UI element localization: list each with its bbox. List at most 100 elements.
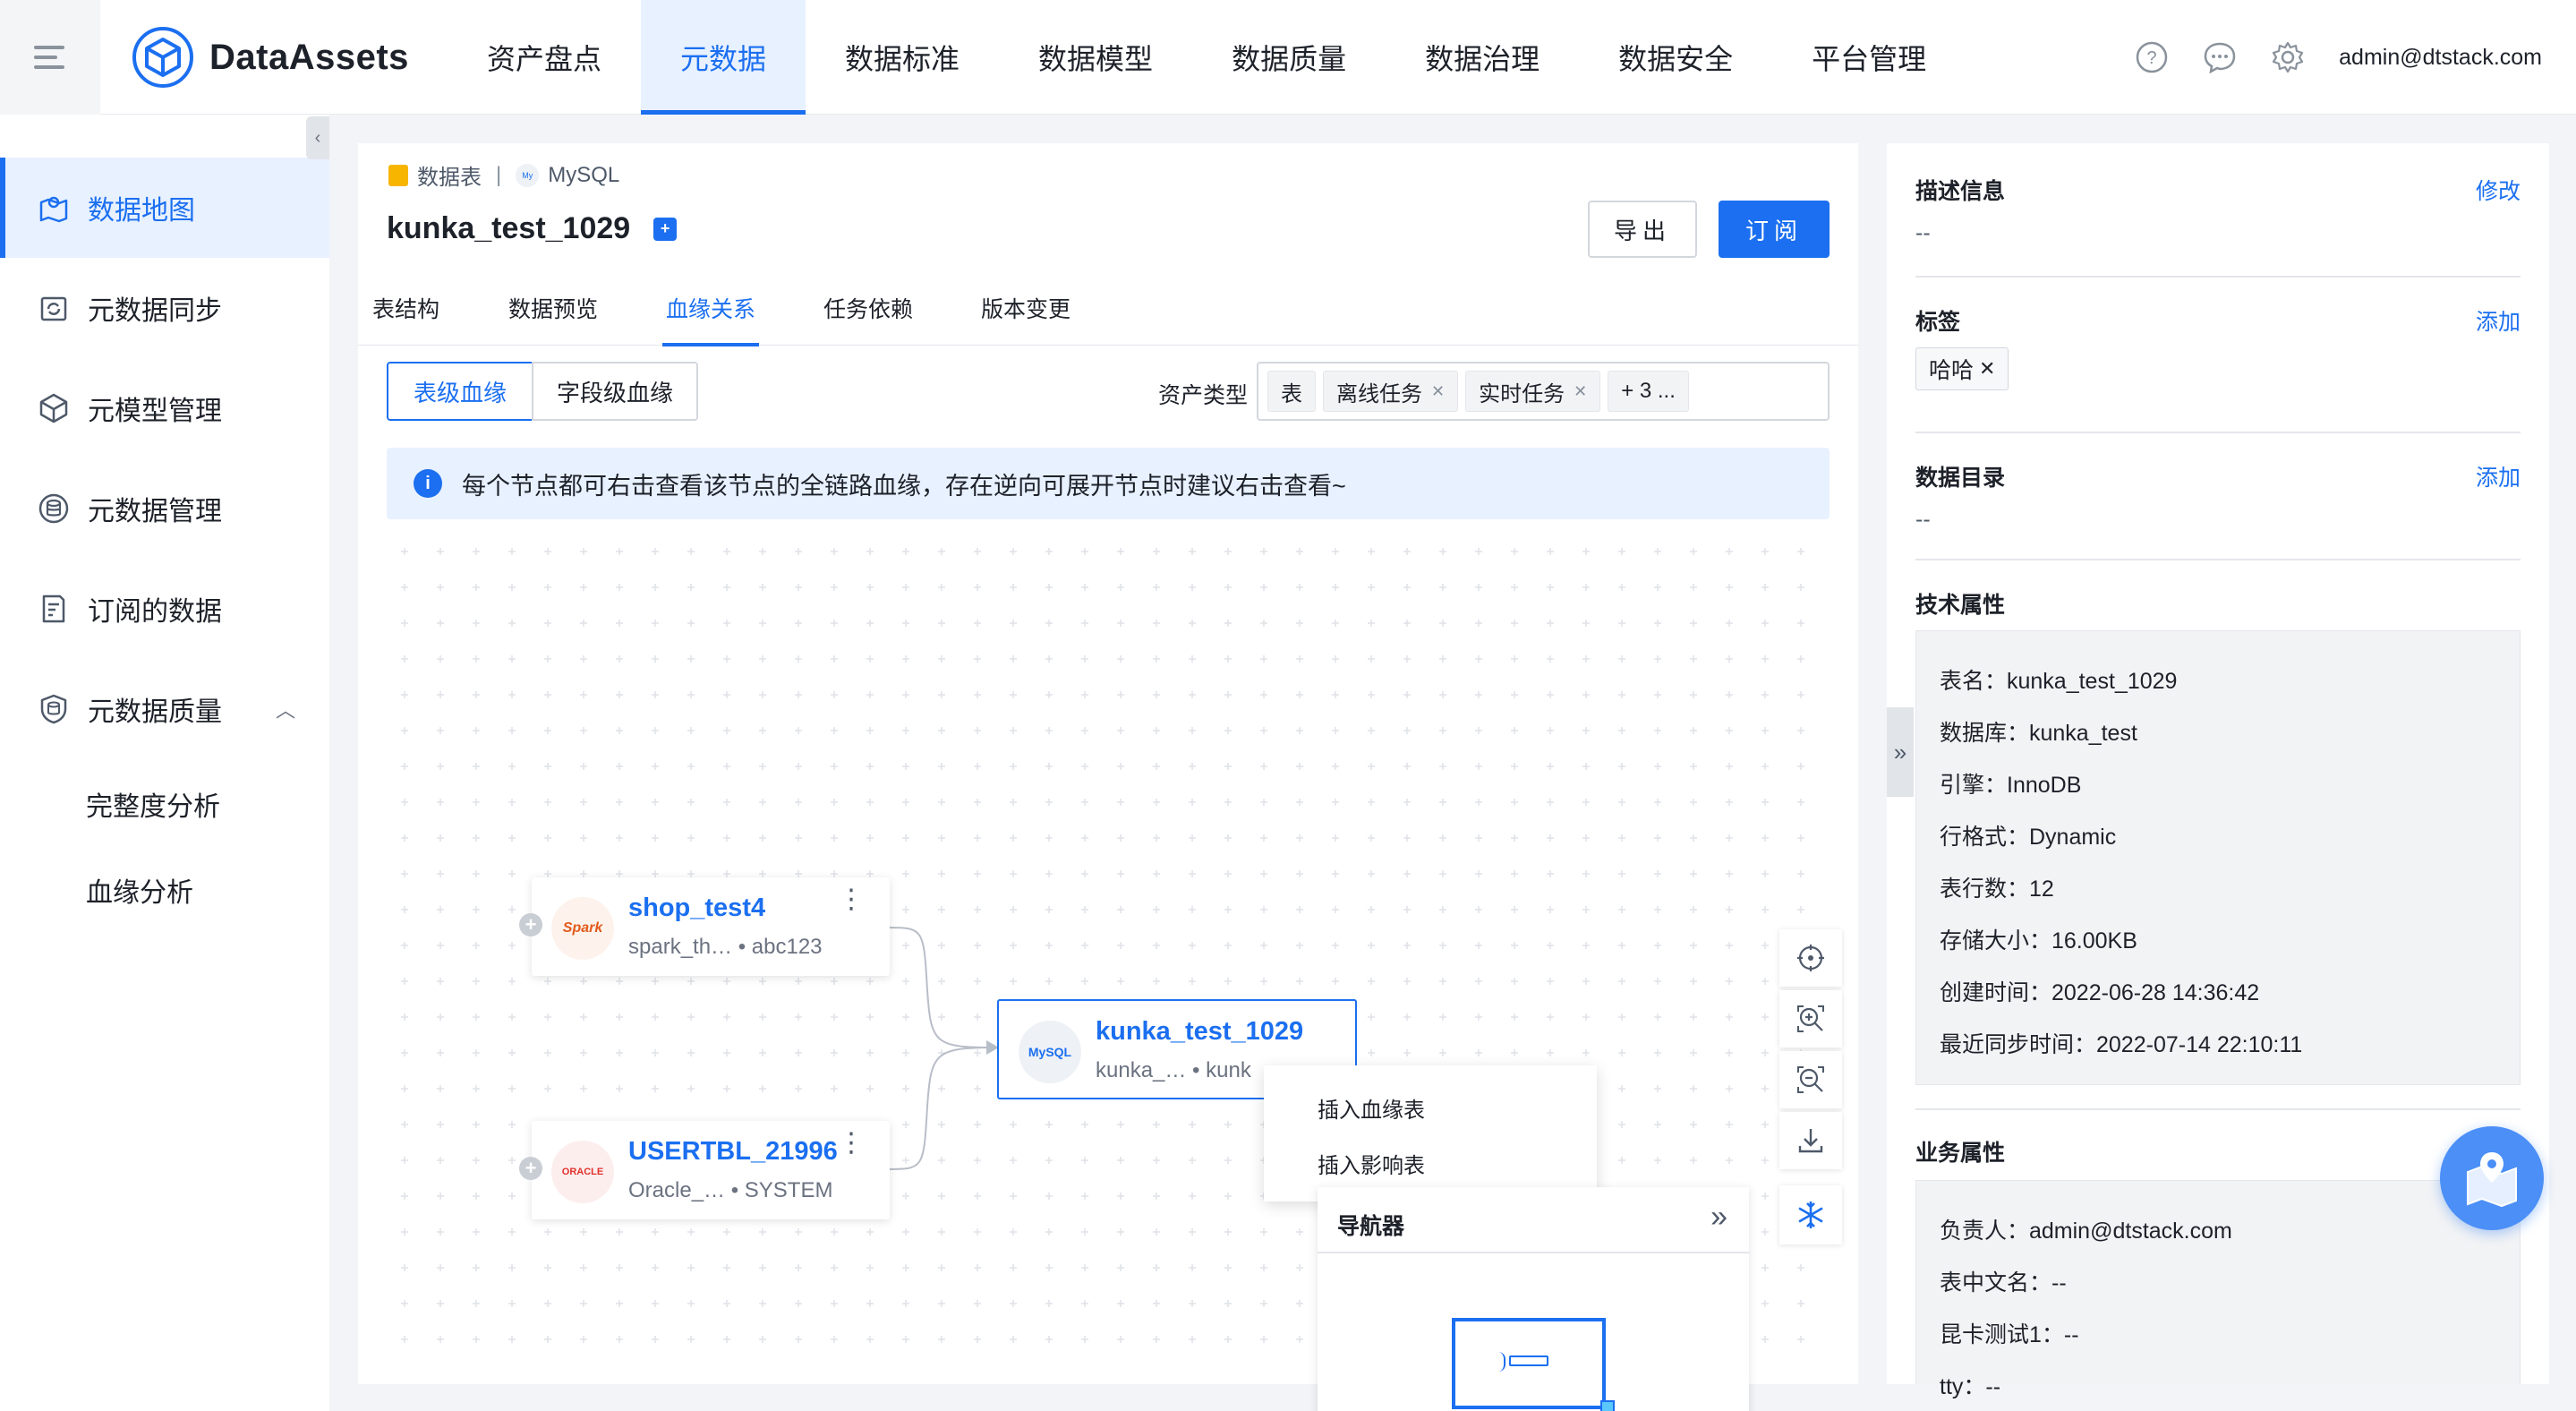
navigator-divider xyxy=(1318,1252,1749,1253)
sidebar-collapse-button[interactable]: ‹ xyxy=(306,116,329,159)
table-icon xyxy=(388,164,408,186)
sidebar-item-label: 数据地图 xyxy=(88,196,195,226)
menu-insert-lineage-table[interactable]: 插入血缘表 xyxy=(1318,1092,1425,1124)
download-icon xyxy=(1798,1129,1823,1153)
cube-icon xyxy=(36,390,72,426)
sidebar: 数据地图 元数据同步 元模型管理 元数据管理 订阅的数据 元数据质量 ︿ 完整度… xyxy=(0,115,329,1411)
sidebar-item-subscribed[interactable]: 订阅的数据 xyxy=(0,559,329,659)
user-account[interactable]: admin@dtstack.com xyxy=(2339,45,2542,71)
biz-prop-cn-name: 表中文名：-- xyxy=(1940,1270,2067,1296)
locate-button[interactable] xyxy=(1779,929,1842,987)
navigator-toggle-button[interactable] xyxy=(1779,1185,1842,1244)
sidebar-item-label: 元数据管理 xyxy=(88,497,222,526)
copy-icon[interactable]: + xyxy=(653,217,678,241)
snowflake-icon xyxy=(1798,1201,1823,1228)
sidebar-item-metadata-sync[interactable]: 元数据同步 xyxy=(0,258,329,358)
nav-metadata[interactable]: 元数据 xyxy=(641,0,806,115)
message-icon[interactable] xyxy=(2203,40,2237,74)
tags-add-link[interactable]: 添加 xyxy=(2476,304,2521,337)
close-icon[interactable]: ✕ xyxy=(1431,382,1445,401)
expand-upstream-button[interactable]: + xyxy=(519,1157,542,1180)
navigator-panel: 导航器 » xyxy=(1318,1187,1749,1411)
nav-asset-inventory[interactable]: 资产盘点 xyxy=(448,0,641,115)
floating-map-button[interactable] xyxy=(2440,1126,2544,1230)
divider xyxy=(1915,276,2521,278)
sidebar-item-metadata-quality[interactable]: 元数据质量 ︿ xyxy=(0,659,329,759)
field-lineage-toggle[interactable]: 字段级血缘 xyxy=(532,362,698,421)
help-icon[interactable]: ? xyxy=(2135,40,2169,74)
spark-icon: Spark xyxy=(551,897,614,960)
sidebar-subitem-lineage-analysis[interactable]: 血缘分析 xyxy=(86,870,193,910)
app-logo[interactable]: DataAssets xyxy=(132,27,409,88)
asset-type-label: 资产类型 xyxy=(1158,383,1249,408)
zoom-in-button[interactable] xyxy=(1779,990,1842,1048)
expand-upstream-button[interactable]: + xyxy=(519,913,542,936)
quality-icon xyxy=(36,691,72,727)
more-vertical-icon[interactable]: ⋮ xyxy=(838,886,865,913)
tech-properties-box: 表名：kunka_test_1029 数据库：kunka_test 引擎：Inn… xyxy=(1915,630,2521,1085)
menu-insert-impact-table[interactable]: 插入影响表 xyxy=(1318,1148,1425,1179)
chevron-up-icon[interactable]: ︿ xyxy=(276,695,295,723)
asset-chip-realtime-task: 实时任务 ✕ xyxy=(1465,371,1601,412)
more-vertical-icon[interactable]: ⋮ xyxy=(838,1130,865,1157)
double-chevron-right-icon[interactable]: » xyxy=(1710,1200,1727,1235)
nav-data-governance[interactable]: 数据治理 xyxy=(1386,0,1579,115)
settings-icon[interactable] xyxy=(2271,40,2305,74)
tech-title: 技术属性 xyxy=(1915,593,2006,618)
oracle-icon: ORACLE xyxy=(551,1141,614,1203)
node-subtitle: kunka_… • kunk xyxy=(1096,1058,1251,1082)
divider xyxy=(1915,432,2521,433)
tab-lineage[interactable]: 血缘关系 xyxy=(661,286,760,346)
tab-data-preview[interactable]: 数据预览 xyxy=(508,286,598,346)
catalog-add-link[interactable]: 添加 xyxy=(2476,460,2521,492)
target-icon xyxy=(1797,945,1824,971)
node-name[interactable]: shop_test4 xyxy=(628,894,765,923)
breadcrumb: 数据表 | My MySQL xyxy=(388,159,619,191)
info-banner: i 每个节点都可右击查看该节点的全链路血缘，存在逆向可展开节点时建议右击查看~ xyxy=(387,448,1830,519)
info-icon: i xyxy=(414,469,442,498)
chip-label: 离线任务 xyxy=(1336,381,1422,406)
right-panel-toggle[interactable]: » xyxy=(1887,707,1914,797)
sidebar-item-label: 元模型管理 xyxy=(88,397,222,426)
menu-toggle-button[interactable] xyxy=(0,0,100,115)
sidebar-item-metamodel[interactable]: 元模型管理 xyxy=(0,358,329,458)
catalog-value: -- xyxy=(1915,507,1931,532)
sidebar-item-metadata-manage[interactable]: 元数据管理 xyxy=(0,458,329,559)
tab-task-dependency[interactable]: 任务依赖 xyxy=(823,286,913,346)
close-icon[interactable]: ✕ xyxy=(1979,357,1995,381)
lineage-node-usertbl[interactable]: ORACLE USERTBL_21996 Oracle_… • SYSTEM ⋮ xyxy=(532,1121,890,1219)
desc-value: -- xyxy=(1915,220,1931,245)
desc-title: 描述信息 xyxy=(1915,179,2006,204)
close-icon[interactable]: ✕ xyxy=(1574,382,1587,401)
sidebar-item-data-map[interactable]: 数据地图 xyxy=(0,158,329,258)
subscribe-button[interactable]: 订阅 xyxy=(1719,201,1830,258)
node-name[interactable]: kunka_test_1029 xyxy=(1096,1017,1303,1047)
zoom-out-button[interactable] xyxy=(1779,1051,1842,1108)
asset-type-select[interactable]: 表 离线任务 ✕ 实时任务 ✕ + 3 ... xyxy=(1257,362,1830,421)
tab-version-change[interactable]: 版本变更 xyxy=(981,286,1070,346)
tech-prop-storage-size: 存储大小：16.00KB xyxy=(1940,928,2137,953)
sync-icon xyxy=(36,290,72,326)
nav-data-quality[interactable]: 数据质量 xyxy=(1192,0,1386,115)
info-text: 每个节点都可右击查看该节点的全链路血缘，存在逆向可展开节点时建议右击查看~ xyxy=(462,472,1346,500)
navigator-resize-handle[interactable] xyxy=(1600,1400,1615,1411)
nav-data-security[interactable]: 数据安全 xyxy=(1579,0,1772,115)
node-name[interactable]: USERTBL_21996 xyxy=(628,1137,838,1167)
asset-chip-more[interactable]: + 3 ... xyxy=(1608,371,1689,412)
lineage-node-shop-test4[interactable]: Spark shop_test4 spark_th… • abc123 ⋮ xyxy=(532,877,890,976)
nav-data-standard[interactable]: 数据标准 xyxy=(806,0,999,115)
navigator-title: 导航器 xyxy=(1337,1214,1405,1239)
lineage-canvas[interactable]: Spark shop_test4 spark_th… • abc123 ⋮ + … xyxy=(387,534,1842,1411)
biz-prop-ttv: tty：-- xyxy=(1940,1374,2001,1399)
sidebar-subitem-completeness[interactable]: 完整度分析 xyxy=(86,784,220,824)
export-button[interactable]: 导出 xyxy=(1588,201,1697,258)
desc-edit-link[interactable]: 修改 xyxy=(2476,174,2521,206)
node-subtitle: spark_th… • abc123 xyxy=(628,935,823,959)
subscribe-icon xyxy=(36,591,72,627)
nav-data-model[interactable]: 数据模型 xyxy=(999,0,1192,115)
tab-table-structure[interactable]: 表结构 xyxy=(372,286,439,346)
table-lineage-toggle[interactable]: 表级血缘 xyxy=(387,362,533,421)
nav-platform-admin[interactable]: 平台管理 xyxy=(1772,0,1966,115)
chip-label: 表 xyxy=(1281,381,1302,406)
download-button[interactable] xyxy=(1779,1112,1842,1169)
